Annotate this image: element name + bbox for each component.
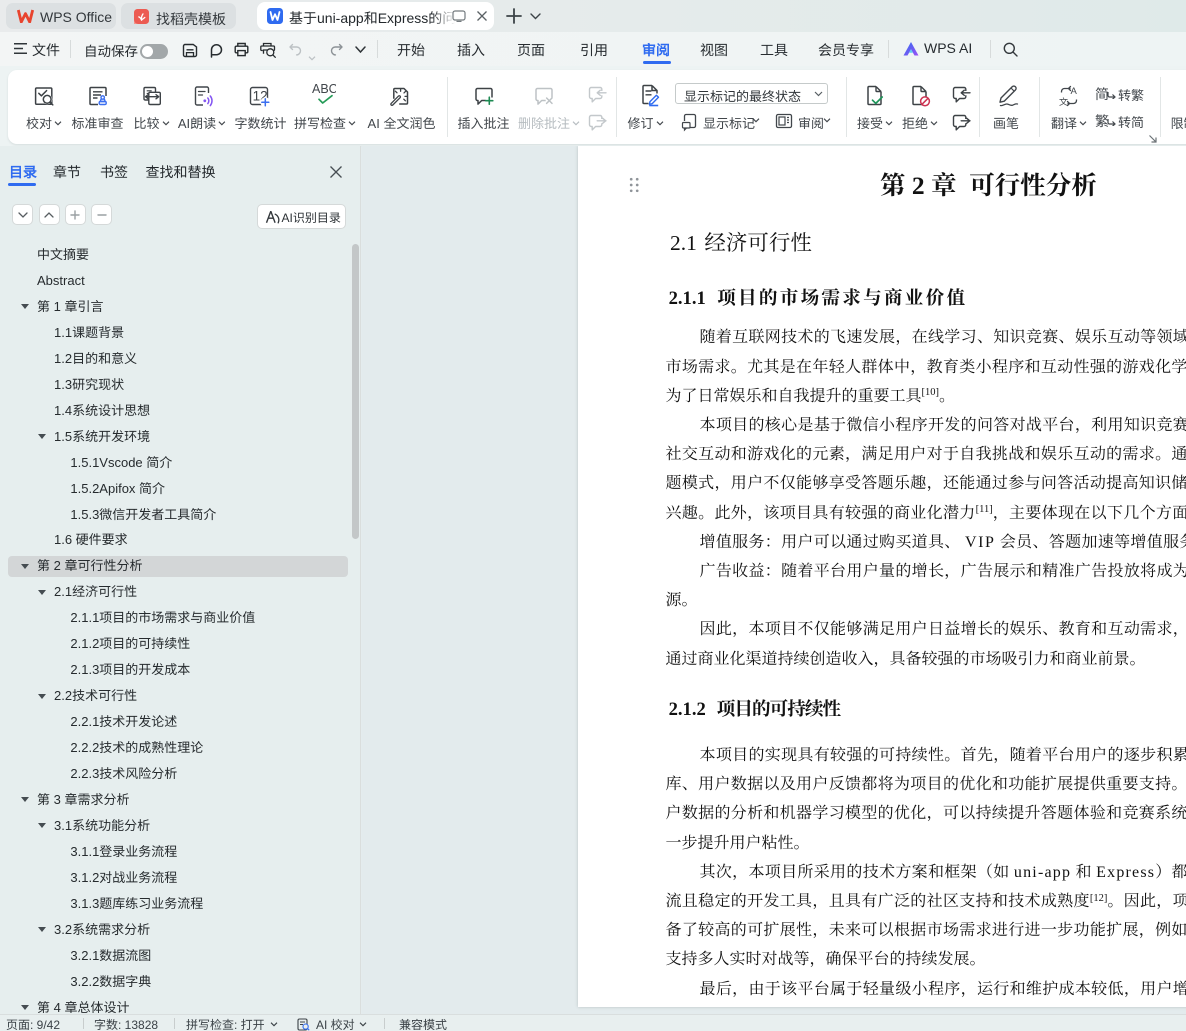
svg-text:文: 文: [1059, 95, 1068, 108]
svg-text:A: A: [1070, 86, 1077, 97]
svg-text:ABC: ABC: [312, 82, 336, 96]
